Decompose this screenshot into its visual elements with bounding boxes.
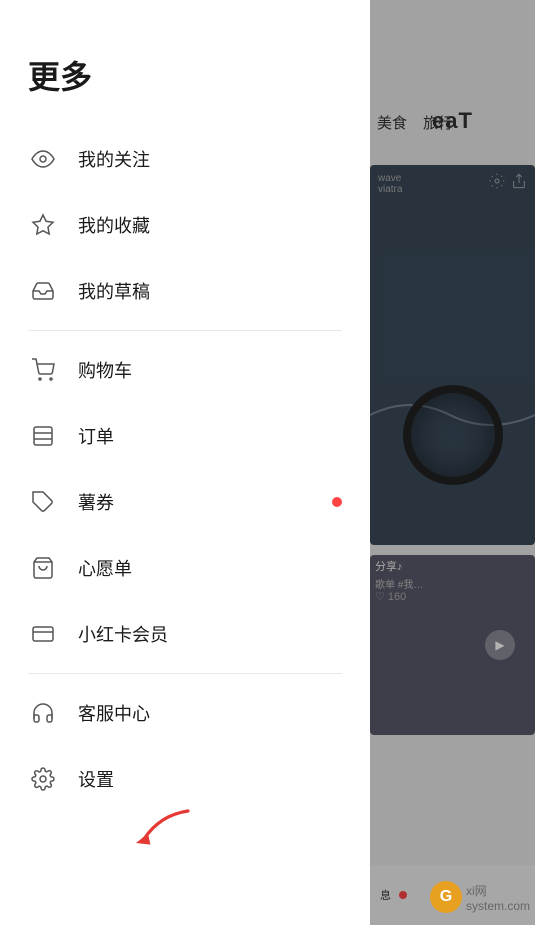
divider-1 [28, 330, 342, 331]
menu-item-service[interactable]: 客服中心 [0, 680, 370, 746]
divider-2 [28, 673, 342, 674]
menu-label-settings: 设置 [78, 766, 114, 792]
menu-item-coupons[interactable]: 薯券 [0, 469, 370, 535]
overlay-dim[interactable] [370, 0, 535, 925]
menu-label-orders: 订单 [78, 423, 114, 449]
cart-icon [28, 355, 58, 385]
headset-icon [28, 698, 58, 728]
bag-icon [28, 553, 58, 583]
gear-icon [28, 764, 58, 794]
menu-label-shopping-cart: 购物车 [78, 357, 132, 383]
watermark-domain: system.com [466, 899, 530, 913]
menu-title: 更多 [0, 0, 370, 126]
inbox-icon [28, 276, 58, 306]
menu-item-wishlist[interactable]: 心愿单 [0, 535, 370, 601]
menu-item-shopping-cart[interactable]: 购物车 [0, 337, 370, 403]
menu-item-my-follow[interactable]: 我的关注 [0, 126, 370, 192]
menu-item-orders[interactable]: 订单 [0, 403, 370, 469]
menu-label-my-follow: 我的关注 [78, 146, 150, 172]
menu-label-wishlist: 心愿单 [78, 555, 132, 581]
watermark-icon: G [430, 881, 462, 913]
watermark-site: xi网 [466, 882, 530, 899]
menu-label-my-favorites: 我的收藏 [78, 212, 150, 238]
eye-icon [28, 144, 58, 174]
menu-label-vip: 小红卡会员 [78, 621, 168, 647]
list-icon [28, 421, 58, 451]
card-icon [28, 619, 58, 649]
menu-item-vip[interactable]: 小红卡会员 [0, 601, 370, 667]
menu-label-coupons: 薯券 [78, 489, 114, 515]
coupons-badge [332, 497, 342, 507]
menu-label-service: 客服中心 [78, 700, 150, 726]
menu-label-my-drafts: 我的草稿 [78, 278, 150, 304]
menu-item-my-drafts[interactable]: 我的草稿 [0, 258, 370, 324]
tag-icon [28, 487, 58, 517]
menu-panel: 更多 我的关注 我的收藏 我的草稿 [0, 0, 370, 925]
star-icon [28, 210, 58, 240]
watermark: G xi网 system.com [430, 881, 530, 913]
arrow-indicator [120, 802, 200, 857]
menu-item-my-favorites[interactable]: 我的收藏 [0, 192, 370, 258]
